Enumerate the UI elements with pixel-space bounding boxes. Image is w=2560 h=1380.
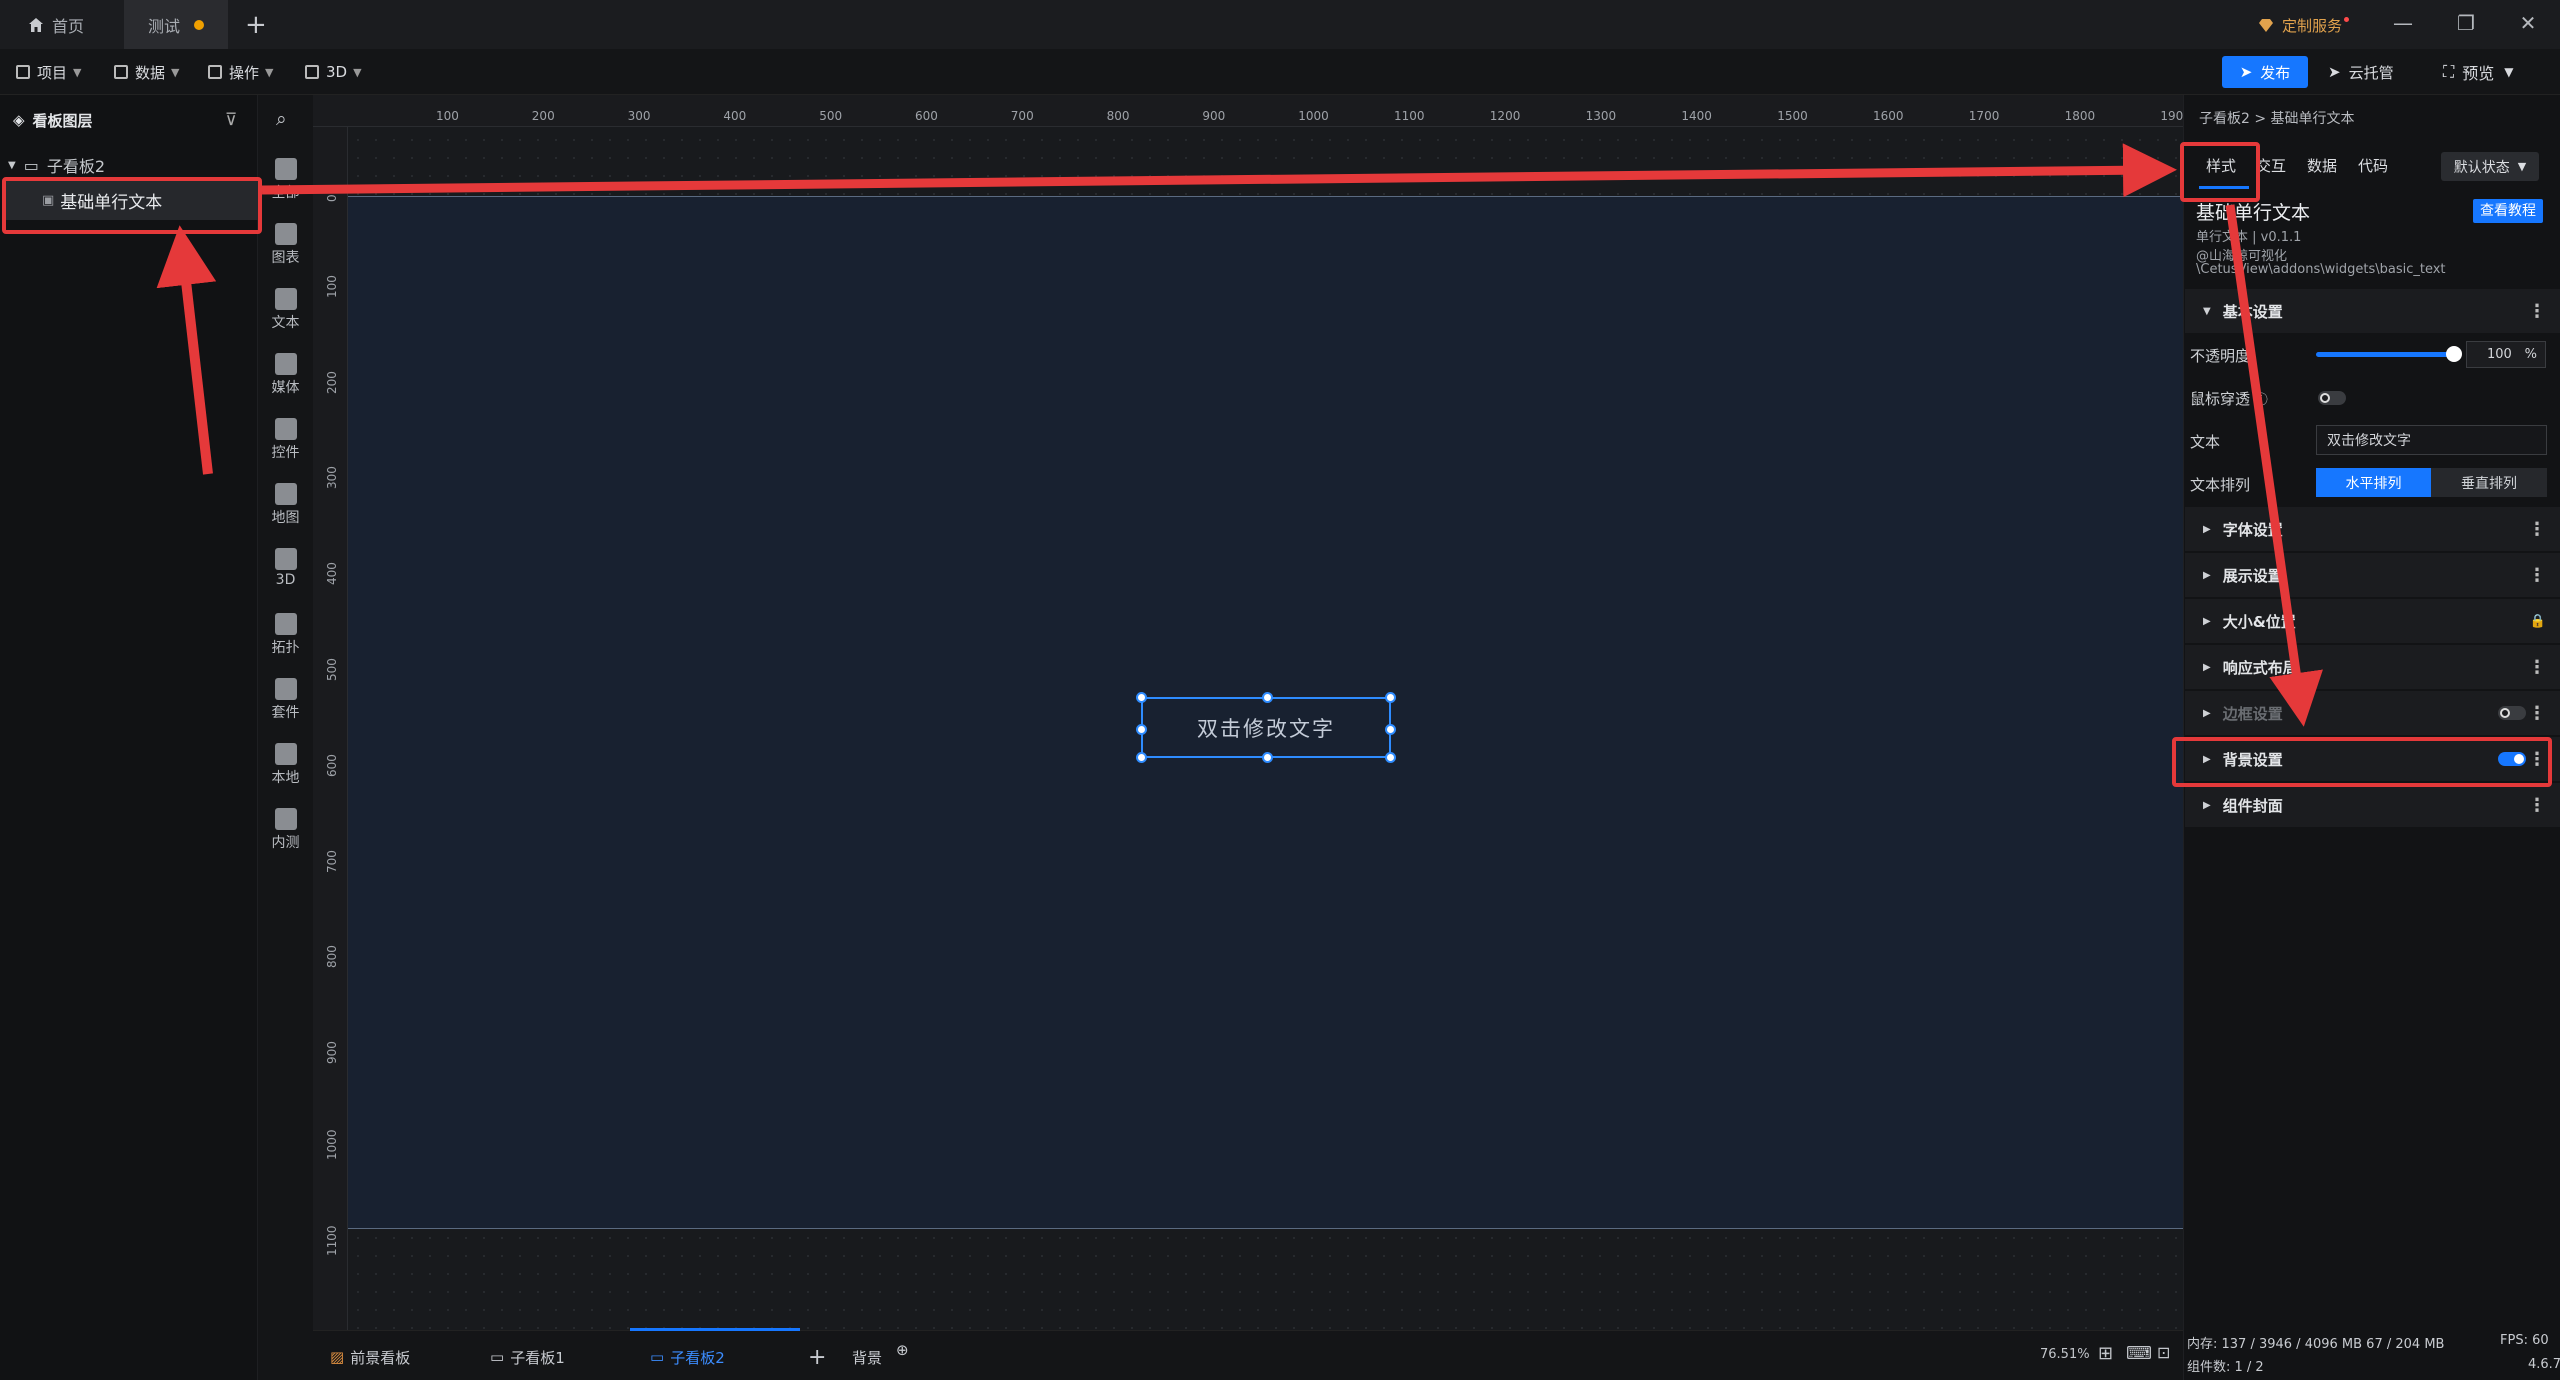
arrow-to-background	[2225, 204, 2323, 727]
arrow-to-layer	[156, 225, 217, 475]
annotation-arrows	[156, 143, 2323, 727]
arrow-to-style-tab	[261, 143, 2177, 198]
